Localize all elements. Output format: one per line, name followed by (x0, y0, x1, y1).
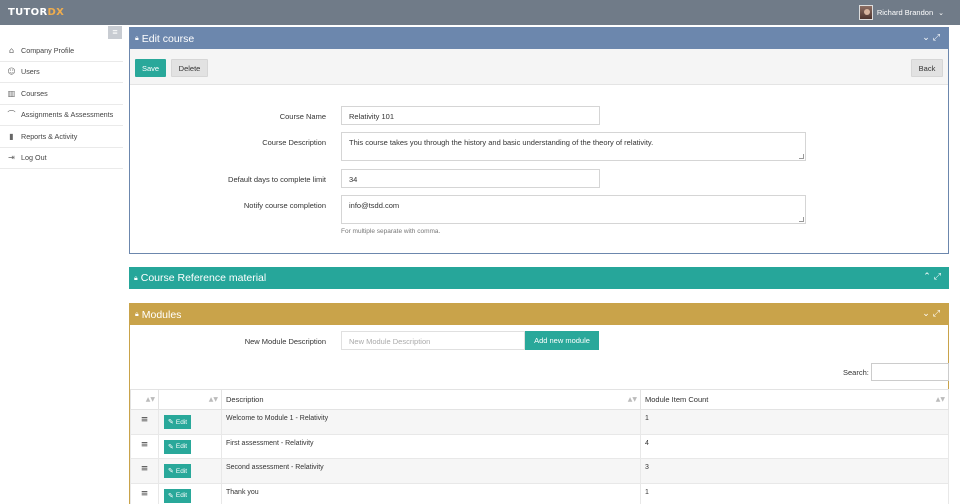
top-bar: TUTORDX Richard Brandon ⌄ (0, 0, 960, 25)
logout-icon: ⇥ (8, 153, 15, 163)
building-icon: ⌂ (8, 45, 15, 55)
table-header-row: ▲▼ ▲▼ Description ▲▼ Module Item Count ▲▼ (130, 389, 949, 410)
chevron-down-icon[interactable]: ⌄ (922, 33, 933, 43)
sidebar-item-reports[interactable]: ▮ Reports & Activity (0, 126, 123, 148)
course-description-textarea[interactable]: This course takes you through the histor… (341, 132, 806, 161)
module-description: Second assessment - Relativity (221, 458, 641, 484)
edit-icon: ✎ (168, 418, 174, 426)
sidebar-item-company-profile[interactable]: ⌂ Company Profile (0, 40, 123, 62)
sidebar-item-courses[interactable]: ▥ Courses (0, 83, 123, 105)
sidebar-item-label: Log Out (21, 153, 47, 163)
book-icon: ▥ (7, 88, 16, 98)
expand-icon[interactable]: ⤢ (934, 272, 944, 282)
sidebar-item-assignments[interactable]: ⌒ Assignments & Assessments (0, 105, 123, 126)
notify-completion-textarea[interactable]: info@tsdd.com (341, 195, 806, 224)
course-name-input[interactable]: Relativity 101 (341, 106, 600, 125)
sort-icon: ▲▼ (208, 396, 218, 403)
expand-icon[interactable]: ⤢ (933, 309, 943, 319)
chevron-down-icon[interactable]: ⌄ (922, 309, 933, 319)
sort-icon: ▲▼ (935, 396, 945, 403)
drag-handle-icon[interactable]: ≡ (130, 433, 159, 459)
course-description-label: Course Description (262, 138, 326, 147)
lock-icon: 🔒︎ (135, 34, 139, 42)
table-row: ≡ ✎ Edit Second assessment - Relativity 3 (130, 458, 949, 484)
reference-material-panel: 🔒︎ Course Reference material ⌃⤢ (129, 267, 949, 289)
days-limit-label: Default days to complete limit (228, 175, 326, 184)
sidebar: ≡ ⌂ Company Profile ☺ Users ▥ Courses ⌒ … (0, 25, 123, 504)
user-name: Richard Brandon (876, 8, 934, 17)
column-header-description[interactable]: Description ▲▼ (221, 389, 641, 410)
resize-handle[interactable] (799, 217, 804, 222)
sidebar-nav: ⌂ Company Profile ☺ Users ▥ Courses ⌒ As… (0, 40, 123, 169)
edit-button[interactable]: ✎ Edit (164, 488, 192, 503)
modules-panel: 🔒︎ Modules ⌄⤢ New Module Description New… (129, 303, 949, 504)
notify-help-text: For multiple separate with comma. (341, 228, 441, 235)
sidebar-item-log-out[interactable]: ⇥ Log Out (0, 148, 123, 169)
edit-button[interactable]: ✎ Edit (164, 415, 192, 429)
column-header-actions[interactable]: ▲▼ (158, 389, 222, 410)
avatar (858, 5, 873, 20)
back-button[interactable]: Back (911, 59, 943, 77)
panel-title: Course Reference material (140, 272, 267, 284)
edit-icon: ✎ (168, 467, 174, 475)
chevron-down-icon: ⌄ (938, 9, 944, 17)
reference-material-header[interactable]: 🔒︎ Course Reference material ⌃⤢ (129, 267, 949, 289)
sidebar-item-label: Users (21, 67, 40, 77)
app-logo[interactable]: TUTORDX (8, 7, 64, 18)
edit-button[interactable]: ✎ Edit (164, 464, 192, 478)
expand-icon[interactable]: ⤢ (933, 33, 943, 43)
panel-title: Modules (141, 308, 182, 321)
module-item-count: 4 (640, 433, 949, 459)
sort-icon: ▲▼ (145, 396, 155, 403)
modules-table: ▲▼ ▲▼ Description ▲▼ Module Item Count ▲▼ … (130, 389, 949, 504)
sidebar-item-label: Assignments & Assessments (21, 110, 114, 120)
sidebar-toggle-button[interactable]: ≡ (108, 26, 122, 39)
table-row: ≡ ✎ Edit Thank you 1 (130, 482, 949, 504)
table-row: ≡ ✎ Edit Welcome to Module 1 - Relativity… (130, 409, 949, 435)
resize-handle[interactable] (799, 154, 804, 159)
panel-title: Edit course (141, 32, 195, 45)
sidebar-item-label: Courses (21, 88, 48, 98)
chevron-up-icon[interactable]: ⌃ (923, 272, 934, 282)
delete-button[interactable]: Delete (171, 59, 208, 77)
drag-handle-icon[interactable]: ≡ (130, 482, 159, 504)
edit-button[interactable]: ✎ Edit (164, 439, 192, 454)
column-header-item-count[interactable]: Module Item Count ▲▼ (640, 389, 949, 410)
edit-toolbar: Save Delete Back (130, 49, 948, 85)
lock-icon: 🔒︎ (135, 310, 139, 318)
sidebar-item-label: Company Profile (21, 45, 75, 55)
edit-course-header: 🔒︎ Edit course ⌄⤢ (130, 28, 948, 49)
edit-icon: ✎ (168, 491, 174, 500)
edit-icon: ✎ (168, 442, 174, 451)
sidebar-item-label: Reports & Activity (21, 131, 78, 141)
module-item-count: 3 (640, 458, 949, 484)
bar-chart-icon: ▮ (9, 131, 14, 141)
modules-header: 🔒︎ Modules ⌄⤢ (130, 304, 948, 325)
drag-handle-icon[interactable]: ≡ (130, 458, 159, 484)
module-description: Welcome to Module 1 - Relativity (221, 409, 641, 435)
add-module-button[interactable]: Add new module (525, 331, 599, 350)
sort-icon: ▲▼ (627, 396, 637, 403)
sidebar-item-users[interactable]: ☺ Users (0, 62, 123, 83)
module-item-count: 1 (640, 482, 949, 504)
search-input[interactable] (871, 363, 949, 381)
column-header-drag[interactable]: ▲▼ (130, 389, 159, 410)
save-button[interactable]: Save (135, 59, 166, 77)
module-description: Thank you (221, 482, 641, 504)
table-row: ≡ ✎ Edit First assessment - Relativity 4 (130, 433, 949, 459)
new-module-input[interactable]: New Module Description (341, 331, 525, 350)
drag-handle-icon[interactable]: ≡ (130, 409, 159, 435)
graduation-cap-icon: ⌒ (7, 110, 16, 120)
user-menu[interactable]: Richard Brandon ⌄ (858, 4, 944, 21)
module-description: First assessment - Relativity (221, 433, 641, 459)
course-name-label: Course Name (279, 112, 326, 121)
module-item-count: 1 (640, 409, 949, 435)
new-module-label: New Module Description (244, 337, 326, 346)
users-icon: ☺ (7, 67, 16, 77)
notify-completion-label: Notify course completion (243, 201, 326, 210)
edit-course-panel: 🔒︎ Edit course ⌄⤢ Save Delete Back Cours… (129, 27, 949, 254)
lock-icon: 🔒︎ (134, 273, 138, 282)
days-limit-input[interactable]: 34 (341, 169, 600, 188)
search-label: Search: (843, 368, 869, 377)
